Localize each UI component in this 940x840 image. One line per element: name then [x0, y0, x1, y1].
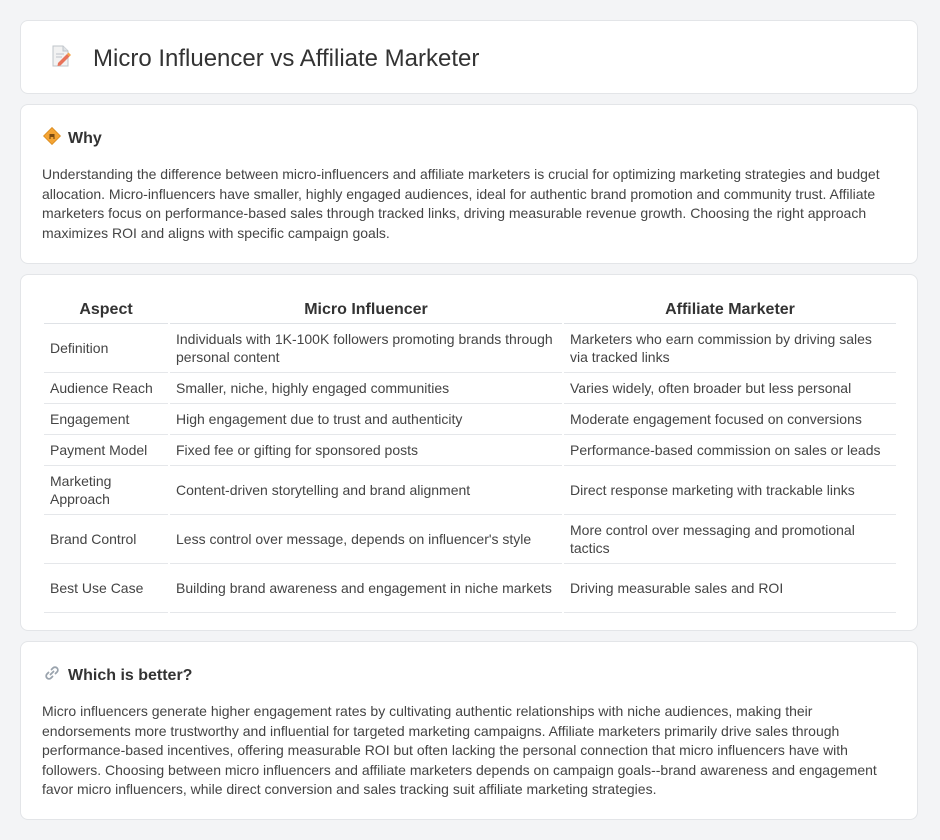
aspect-cell: Brand Control	[44, 515, 168, 564]
table-row: Engagement High engagement due to trust …	[44, 404, 896, 435]
aspect-cell: Audience Reach	[44, 373, 168, 404]
header-card: Micro Influencer vs Affiliate Marketer	[20, 20, 918, 94]
affiliate-marketer-cell: More control over messaging and promotio…	[564, 515, 896, 564]
affiliate-marketer-cell: Driving measurable sales and ROI	[564, 564, 896, 613]
table-row: Definition Individuals with 1K-100K foll…	[44, 324, 896, 373]
diamond-sign-icon	[42, 126, 68, 150]
micro-influencer-cell: High engagement due to trust and authent…	[170, 404, 562, 435]
affiliate-marketer-cell: Marketers who earn commission by driving…	[564, 324, 896, 373]
why-title: Why	[68, 129, 102, 147]
table-row: Brand Control Less control over message,…	[44, 515, 896, 564]
affiliate-marketer-cell: Moderate engagement focused on conversio…	[564, 404, 896, 435]
table-row: Marketing Approach Content-driven storyt…	[44, 466, 896, 515]
micro-influencer-cell: Smaller, niche, highly engaged communiti…	[170, 373, 562, 404]
table-row: Payment Model Fixed fee or gifting for s…	[44, 435, 896, 466]
column-header-affiliate-marketer: Affiliate Marketer	[564, 297, 896, 324]
micro-influencer-cell: Fixed fee or gifting for sponsored posts	[170, 435, 562, 466]
aspect-cell: Marketing Approach	[44, 466, 168, 515]
comparison-table: Aspect Micro Influencer Affiliate Market…	[42, 297, 898, 613]
table-row: Best Use Case Building brand awareness a…	[44, 564, 896, 613]
document-pencil-icon	[48, 43, 93, 74]
aspect-cell: Best Use Case	[44, 564, 168, 613]
column-header-micro-influencer: Micro Influencer	[170, 297, 562, 324]
micro-influencer-cell: Less control over message, depends on in…	[170, 515, 562, 564]
affiliate-marketer-cell: Varies widely, often broader but less pe…	[564, 373, 896, 404]
aspect-cell: Payment Model	[44, 435, 168, 466]
link-icon	[43, 664, 68, 687]
which-is-better-section: Which is better? Micro influencers gener…	[20, 641, 918, 820]
column-header-aspect: Aspect	[44, 297, 168, 324]
table-header-row: Aspect Micro Influencer Affiliate Market…	[44, 297, 896, 324]
micro-influencer-cell: Building brand awareness and engagement …	[170, 564, 562, 613]
which-is-better-text: Micro influencers generate higher engage…	[42, 703, 877, 797]
title-row: Micro Influencer vs Affiliate Marketer	[48, 43, 479, 74]
comparison-section: Aspect Micro Influencer Affiliate Market…	[20, 274, 918, 631]
affiliate-marketer-cell: Direct response marketing with trackable…	[564, 466, 896, 515]
which-is-better-heading: Which is better?	[43, 664, 192, 687]
micro-influencer-cell: Individuals with 1K-100K followers promo…	[170, 324, 562, 373]
table-row: Audience Reach Smaller, niche, highly en…	[44, 373, 896, 404]
aspect-cell: Engagement	[44, 404, 168, 435]
aspect-cell: Definition	[44, 324, 168, 373]
why-heading: Why	[42, 126, 102, 150]
page-title: Micro Influencer vs Affiliate Marketer	[93, 44, 480, 72]
why-text: Understanding the difference between mic…	[42, 166, 880, 241]
why-section: Why Understanding the difference between…	[20, 104, 918, 264]
micro-influencer-cell: Content-driven storytelling and brand al…	[170, 466, 562, 515]
affiliate-marketer-cell: Performance-based commission on sales or…	[564, 435, 896, 466]
which-is-better-title: Which is better?	[68, 666, 193, 684]
